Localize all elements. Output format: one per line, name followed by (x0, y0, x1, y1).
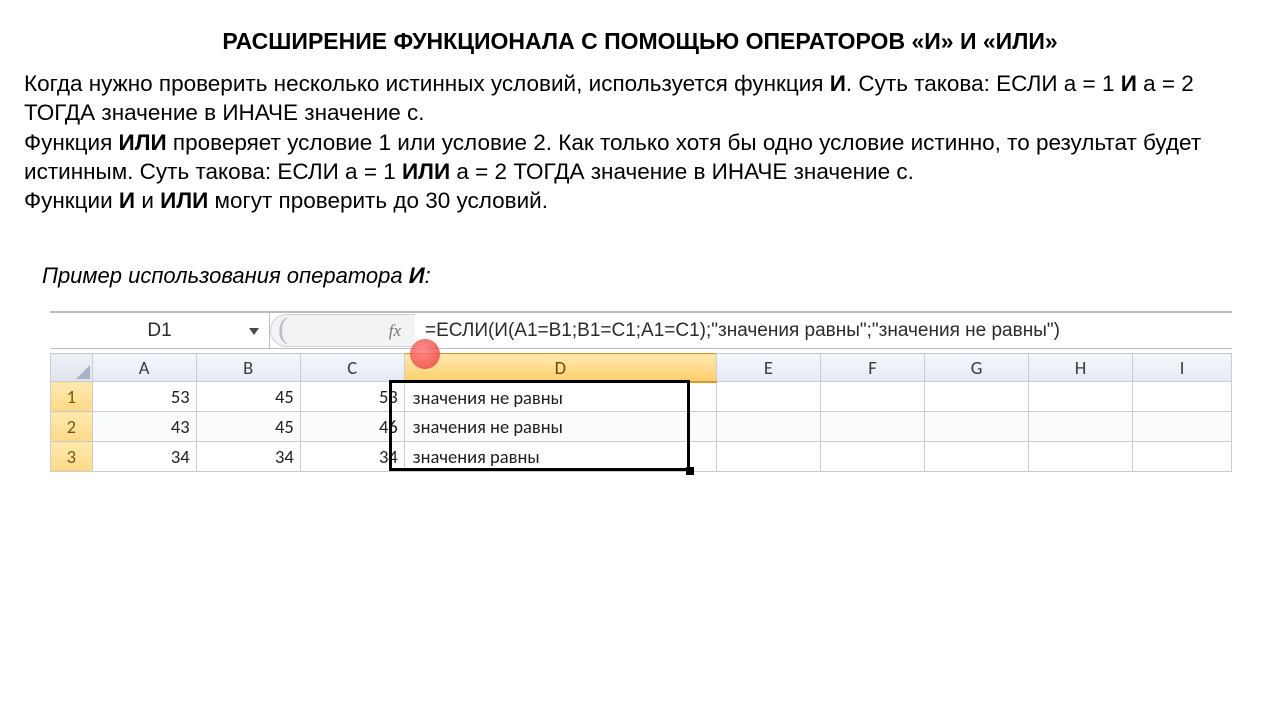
cell[interactable] (925, 412, 1029, 442)
cell[interactable] (716, 412, 820, 442)
worksheet-grid[interactable]: ABCDEFGHI 1534553значения не равны243454… (50, 353, 1232, 472)
fx-button[interactable]: ( fx (270, 313, 415, 348)
column-header[interactable]: A (92, 354, 196, 382)
column-header[interactable]: B (196, 354, 300, 382)
row-header[interactable]: 2 (51, 412, 93, 442)
formula-bar: D1 ( fx =ЕСЛИ(И(A1=B1;B1=C1;A1=C1);"знач… (50, 313, 1232, 349)
cell[interactable]: 46 (300, 412, 404, 442)
cell[interactable] (1029, 382, 1133, 412)
cell[interactable] (1133, 382, 1232, 412)
cell[interactable] (1133, 442, 1232, 472)
example-label: Пример использования оператора И: (42, 263, 1256, 289)
page-title: РАСШИРЕНИЕ ФУНКЦИОНАЛА С ПОМОЩЬЮ ОПЕРАТО… (24, 28, 1256, 55)
cell[interactable] (1029, 442, 1133, 472)
fill-handle[interactable] (686, 467, 694, 475)
column-header[interactable]: G (925, 354, 1029, 382)
cell[interactable]: 53 (92, 382, 196, 412)
name-box-value: D1 (147, 320, 171, 342)
column-header[interactable]: H (1029, 354, 1133, 382)
cell[interactable] (1029, 412, 1133, 442)
column-header[interactable]: E (716, 354, 820, 382)
row-header[interactable]: 3 (51, 442, 93, 472)
cell[interactable]: 45 (196, 412, 300, 442)
name-box[interactable]: D1 (50, 313, 270, 348)
cell[interactable]: значения не равны (404, 382, 716, 412)
formula-input[interactable]: =ЕСЛИ(И(A1=B1;B1=C1;A1=C1);"значения рав… (415, 320, 1232, 342)
column-header[interactable]: F (820, 354, 924, 382)
select-all-corner[interactable] (51, 354, 93, 382)
cell[interactable]: 43 (92, 412, 196, 442)
cell[interactable] (925, 382, 1029, 412)
cell[interactable]: 34 (92, 442, 196, 472)
cell[interactable] (820, 442, 924, 472)
spreadsheet-screenshot: D1 ( fx =ЕСЛИ(И(A1=B1;B1=C1;A1=C1);"знач… (50, 311, 1232, 472)
column-header[interactable]: D (404, 354, 716, 382)
cell[interactable]: 34 (300, 442, 404, 472)
column-header[interactable]: C (300, 354, 404, 382)
fx-label: fx (389, 321, 401, 341)
cell[interactable]: 53 (300, 382, 404, 412)
cell[interactable] (1133, 412, 1232, 442)
cell[interactable]: 45 (196, 382, 300, 412)
cell[interactable] (820, 382, 924, 412)
cell[interactable] (716, 382, 820, 412)
cell[interactable] (925, 442, 1029, 472)
column-header[interactable]: I (1133, 354, 1232, 382)
cell[interactable] (820, 412, 924, 442)
body-paragraph: Когда нужно проверить несколько истинных… (24, 69, 1256, 215)
row-header[interactable]: 1 (51, 382, 93, 412)
paren-icon: ( (278, 312, 288, 346)
cell[interactable] (716, 442, 820, 472)
cell[interactable]: значения не равны (404, 412, 716, 442)
cell[interactable]: 34 (196, 442, 300, 472)
cell[interactable]: значения равны (404, 442, 716, 472)
